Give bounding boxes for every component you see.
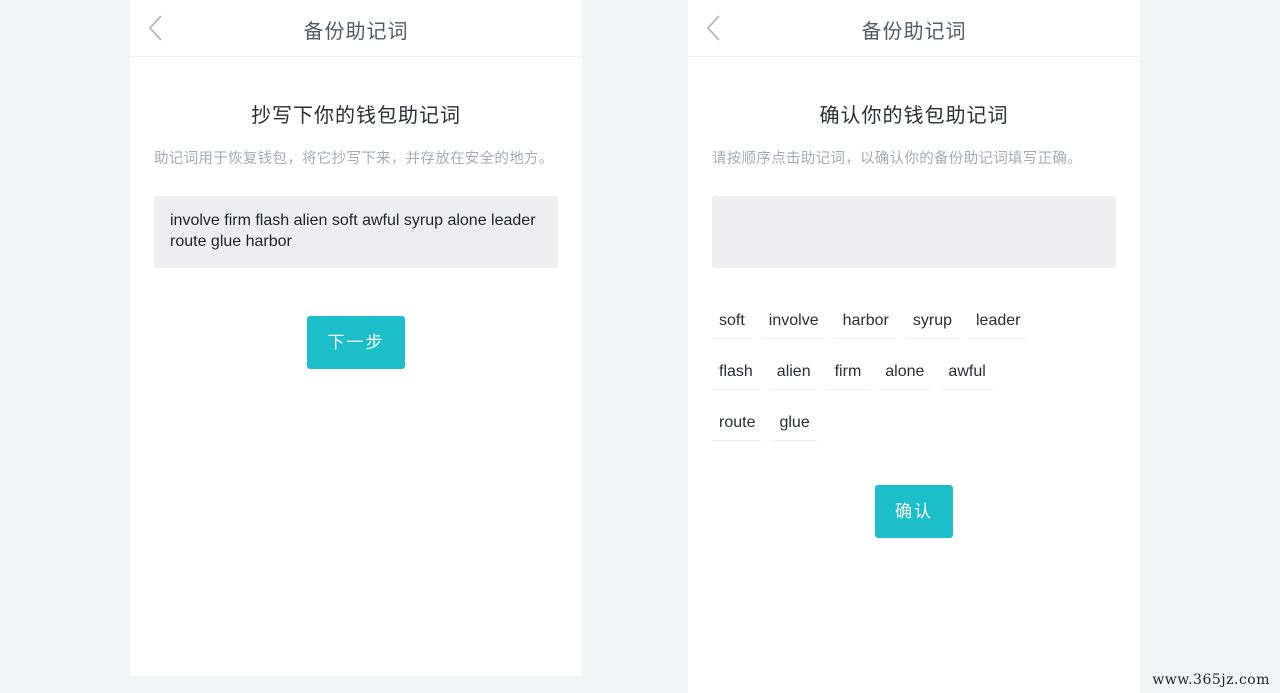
word-chip[interactable]: harbor xyxy=(835,304,896,339)
confirm-button[interactable]: 确认 xyxy=(875,485,953,538)
next-button[interactable]: 下一步 xyxy=(307,316,405,369)
word-chip[interactable]: involve xyxy=(761,304,826,339)
word-chip[interactable]: firm xyxy=(827,355,869,390)
word-chip[interactable]: flash xyxy=(712,355,760,390)
word-chip[interactable]: glue xyxy=(772,406,817,441)
mnemonic-display: involve firm flash alien soft awful syru… xyxy=(154,196,558,268)
word-chip[interactable]: alone xyxy=(878,355,932,390)
selected-phrase-box[interactable] xyxy=(712,196,1116,268)
word-chip[interactable]: soft xyxy=(712,304,752,339)
word-chip[interactable]: alien xyxy=(769,355,818,390)
word-chip[interactable]: leader xyxy=(968,304,1028,339)
word-chip[interactable]: awful xyxy=(941,355,993,390)
description: 助记词用于恢复钱包，将它抄写下来，并存放在安全的地方。 xyxy=(154,151,554,167)
word-row: soft involve harbor syrup leader xyxy=(712,304,1116,355)
description: 请按顺序点击助记词，以确认你的备份助记词填写正确。 xyxy=(712,151,1082,167)
word-chip[interactable]: route xyxy=(712,406,763,441)
confirm-phrase-screen: 备份助记词 确认你的钱包助记词 请按顺序点击助记词，以确认你的备份助记词填写正确… xyxy=(688,0,1140,693)
nav-bar: 备份助记词 xyxy=(130,0,582,57)
page-title: 备份助记词 xyxy=(861,19,967,43)
word-row: route glue xyxy=(712,406,1116,457)
word-row: flash alien firm alone awful xyxy=(712,355,1116,406)
headline: 确认你的钱包助记词 xyxy=(819,103,1009,127)
headline: 抄写下你的钱包助记词 xyxy=(251,103,461,127)
nav-bar: 备份助记词 xyxy=(688,0,1140,57)
word-chip[interactable]: syrup xyxy=(905,304,959,339)
word-grid: soft involve harbor syrup leader flash a… xyxy=(712,304,1116,457)
page-title: 备份助记词 xyxy=(303,19,409,43)
backup-phrase-screen: 备份助记词 抄写下你的钱包助记词 助记词用于恢复钱包，将它抄写下来，并存放在安全… xyxy=(130,0,582,676)
watermark: www.365jz.com xyxy=(1152,672,1270,688)
